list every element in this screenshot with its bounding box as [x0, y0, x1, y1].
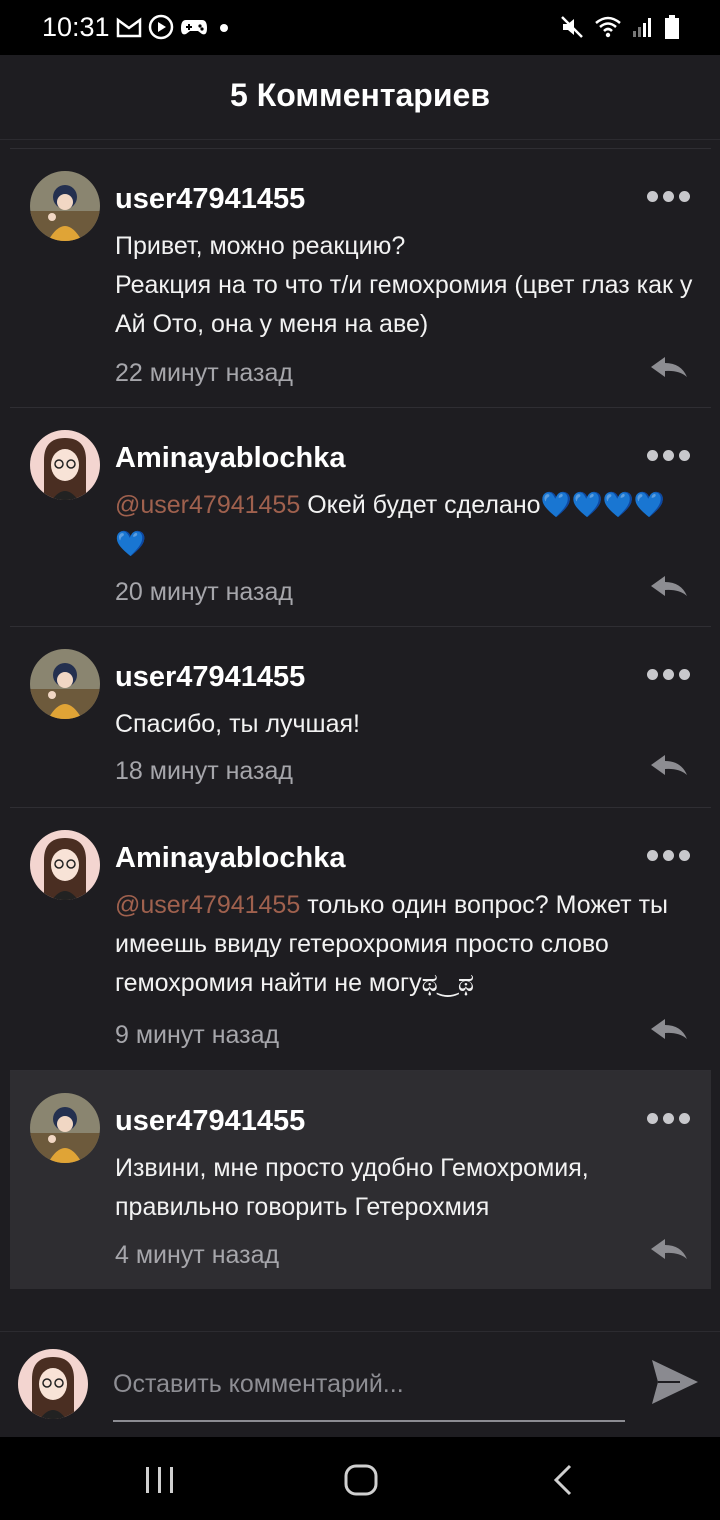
- avatar[interactable]: [30, 649, 100, 719]
- gmail-icon: [116, 17, 142, 38]
- comment-item[interactable]: user47941455 Спасибо, ты лучшая! 18 мину…: [10, 626, 711, 807]
- comment-time: 20 минут назад: [115, 578, 293, 606]
- reply-icon[interactable]: [649, 574, 689, 598]
- more-options-icon[interactable]: [647, 848, 691, 862]
- comment-item[interactable]: Aminayablochka @user47941455 Окей будет …: [10, 407, 711, 626]
- status-right-icons: [560, 14, 680, 40]
- comment-time: 9 минут назад: [115, 1021, 280, 1049]
- comment-item[interactable]: user47941455 Привет, можно реакцию? Реак…: [10, 148, 711, 407]
- status-bar: 10:31: [0, 0, 720, 55]
- comment-username[interactable]: user47941455: [115, 661, 305, 694]
- comment-time: 22 минут назад: [115, 359, 293, 387]
- more-options-icon[interactable]: [647, 448, 691, 462]
- reply-icon[interactable]: [649, 753, 689, 777]
- status-left-icons: [116, 14, 234, 40]
- send-icon[interactable]: [650, 1358, 700, 1406]
- comment-username[interactable]: user47941455: [115, 1105, 305, 1138]
- comment-time: 4 минут назад: [115, 1241, 280, 1269]
- comment-username[interactable]: user47941455: [115, 183, 305, 216]
- comment-text: @user47941455 Окей будет сделано💙💙💙💙💙: [115, 486, 695, 564]
- more-options-icon[interactable]: [647, 1111, 691, 1125]
- comment-list[interactable]: user47941455 Привет, можно реакцию? Реак…: [10, 148, 711, 1289]
- avatar[interactable]: [30, 830, 100, 900]
- more-options-icon[interactable]: [647, 189, 691, 203]
- comment-username[interactable]: Aminayablochka: [115, 442, 345, 475]
- comment-username[interactable]: Aminayablochka: [115, 842, 345, 875]
- reply-icon[interactable]: [649, 1237, 689, 1261]
- avatar[interactable]: [30, 430, 100, 500]
- comment-item[interactable]: Aminayablochka @user47941455 только один…: [10, 807, 711, 1070]
- dot-icon: [220, 24, 228, 32]
- mention-link[interactable]: @user47941455: [115, 491, 300, 519]
- comment-composer: Оставить комментарий...: [0, 1331, 720, 1438]
- comment-item[interactable]: user47941455 Извини, мне просто удобно Г…: [10, 1070, 711, 1289]
- media-icon: [148, 14, 174, 40]
- mute-icon: [561, 16, 583, 38]
- avatar[interactable]: [30, 1093, 100, 1163]
- comment-text: Спасибо, ты лучшая!: [115, 710, 360, 738]
- mention-link[interactable]: @user47941455: [115, 891, 300, 919]
- wifi-icon: [595, 16, 621, 38]
- comment-text: Извини, мне просто удобно Гемохромия, пр…: [115, 1154, 589, 1221]
- avatar: [18, 1349, 88, 1419]
- navigation-bar: [0, 1437, 720, 1520]
- home-icon[interactable]: [341, 1463, 381, 1497]
- back-icon[interactable]: [544, 1463, 584, 1497]
- comment-time: 18 минут назад: [115, 757, 293, 785]
- reply-icon[interactable]: [649, 355, 689, 379]
- gamepad-icon: [181, 20, 207, 35]
- battery-icon: [665, 15, 679, 39]
- page-title: 5 Комментариев: [230, 77, 490, 113]
- avatar[interactable]: [30, 171, 100, 241]
- more-options-icon[interactable]: [647, 667, 691, 681]
- comment-text: @user47941455 только один вопрос? Может …: [115, 886, 695, 1003]
- comment-input[interactable]: Оставить комментарий...: [113, 1364, 625, 1422]
- comments-header: 5 Комментариев: [0, 55, 720, 140]
- comment-text: Привет, можно реакцию? Реакция на то что…: [115, 232, 693, 338]
- signal-icon: [633, 18, 651, 37]
- recent-apps-icon[interactable]: [140, 1463, 180, 1497]
- status-time: 10:31: [42, 12, 110, 42]
- reply-icon[interactable]: [649, 1017, 689, 1041]
